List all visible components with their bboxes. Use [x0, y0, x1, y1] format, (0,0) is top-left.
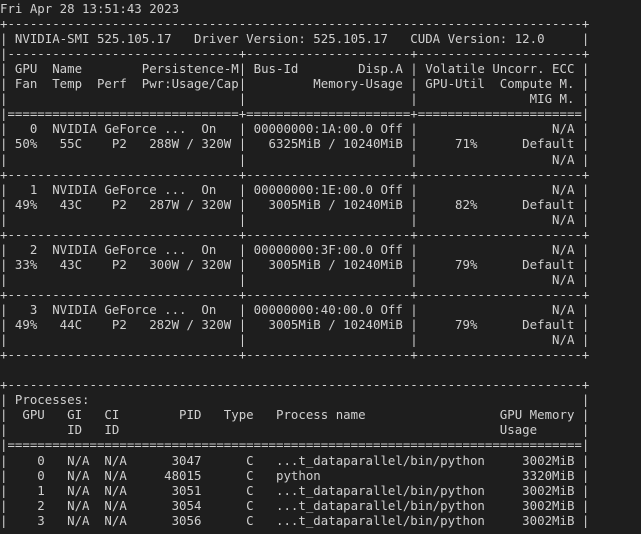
processes-border-top: +---------------------------------------…: [0, 377, 590, 393]
process-row: | 1 N/A N/A 3051 C ...t_dataparallel/bin…: [0, 482, 590, 498]
gpu-2-line-3: | | | N/A |: [0, 271, 590, 287]
timestamp-line: Fri Apr 28 13:51:43 2023: [0, 1, 180, 16]
gpu-separator: +-------------------------------+-------…: [0, 286, 590, 302]
header-separator: |-------------------------------+-------…: [0, 46, 590, 62]
gpu-separator: +-------------------------------+-------…: [0, 347, 590, 363]
gpu-3-line-2: | 49% 44C P2 282W / 320W | 3005MiB / 102…: [0, 317, 590, 333]
processes-double-separator: |=======================================…: [0, 437, 590, 453]
column-header-line-3: | | | MIG M. |: [0, 91, 590, 107]
gpu-0-line-3: | | | N/A |: [0, 151, 590, 167]
processes-header-line-2: | ID ID Usage |: [0, 422, 590, 438]
header-version-line: | NVIDIA-SMI 525.105.17 Driver Version: …: [0, 31, 590, 47]
process-row: | 3 N/A N/A 3056 C ...t_dataparallel/bin…: [0, 512, 590, 528]
gpu-separator: +-------------------------------+-------…: [0, 166, 590, 182]
column-header-line-2: | Fan Temp Perf Pwr:Usage/Cap| Memory-Us…: [0, 76, 590, 92]
gpu-0-line-2: | 50% 55C P2 288W / 320W | 6325MiB / 102…: [0, 136, 590, 152]
gpu-separator: +-------------------------------+-------…: [0, 226, 590, 242]
gpu-0-line-1: | 0 NVIDIA GeForce ... On | 00000000:1A:…: [0, 121, 590, 137]
terminal-window[interactable]: Fri Apr 28 13:51:43 2023 +---------------…: [0, 0, 641, 534]
border-top: +---------------------------------------…: [0, 16, 590, 32]
column-header-line-1: | GPU Name Persistence-M| Bus-Id Disp.A …: [0, 61, 590, 77]
gpu-2-line-2: | 33% 43C P2 300W / 320W | 3005MiB / 102…: [0, 256, 590, 272]
process-row: | 0 N/A N/A 3047 C ...t_dataparallel/bin…: [0, 452, 590, 468]
process-row: | 0 N/A N/A 48015 C python 3320MiB |: [0, 467, 590, 483]
gpu-3-line-1: | 3 NVIDIA GeForce ... On | 00000000:40:…: [0, 302, 590, 317]
process-row: | 2 N/A N/A 3054 C ...t_dataparallel/bin…: [0, 497, 590, 513]
processes-title: | Processes: |: [0, 392, 590, 408]
gpu-1-line-2: | 49% 43C P2 287W / 320W | 3005MiB / 102…: [0, 196, 590, 212]
gpu-1-line-3: | | | N/A |: [0, 211, 590, 227]
processes-header-line-1: | GPU GI CI PID Type Process name GPU Me…: [0, 407, 590, 423]
gpu-2-line-1: | 2 NVIDIA GeForce ... On | 00000000:3F:…: [0, 241, 590, 257]
double-separator: |===============================+=======…: [0, 106, 590, 122]
gpu-3-line-3: | | | N/A |: [0, 332, 590, 348]
gpu-1-line-1: | 1 NVIDIA GeForce ... On | 00000000:1E:…: [0, 181, 590, 197]
